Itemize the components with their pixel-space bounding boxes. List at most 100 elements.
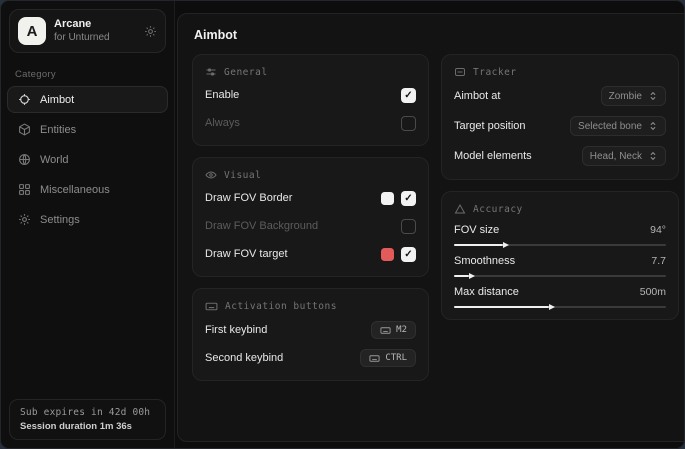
always-checkbox[interactable] xyxy=(401,116,416,131)
category-label: Category xyxy=(15,69,174,80)
sidebar: A Arcane for Unturned Category Aimbot xyxy=(1,1,175,448)
fov-size-label: FOV size xyxy=(454,224,499,236)
brand-card: A Arcane for Unturned xyxy=(9,9,166,53)
enable-checkbox[interactable]: ✓ xyxy=(401,88,416,103)
accuracy-card-title: Accuracy xyxy=(473,204,523,215)
target-position-row: Target position Selected bone xyxy=(454,114,666,138)
sidebar-item-entities[interactable]: Entities xyxy=(7,116,168,143)
keyboard-icon xyxy=(369,353,380,364)
fov-target-color-swatch[interactable] xyxy=(381,248,394,261)
second-keybind-button[interactable]: CTRL xyxy=(360,349,416,367)
activation-card: Activation buttons First keybind M2 xyxy=(192,288,429,381)
smoothness-label: Smoothness xyxy=(454,255,515,267)
subscription-footer: Sub expires in 42d 00h Session duration … xyxy=(9,399,166,440)
aimbot-at-select[interactable]: Zombie xyxy=(601,86,666,106)
settings-gear-icon[interactable] xyxy=(144,25,157,38)
max-distance-slider[interactable] xyxy=(454,306,666,308)
fov-size-value: 94° xyxy=(650,224,666,236)
first-keybind-button[interactable]: M2 xyxy=(371,321,416,339)
gear-icon xyxy=(18,213,31,226)
sidebar-item-label: World xyxy=(40,154,69,166)
accuracy-card: Accuracy FOV size 94° xyxy=(441,191,679,320)
draw-fov-target-checkbox[interactable]: ✓ xyxy=(401,247,416,262)
session-duration-text: Session duration 1m 36s xyxy=(20,421,155,432)
chevrons-up-down-icon xyxy=(648,91,658,101)
fov-border-color-swatch[interactable] xyxy=(381,192,394,205)
visual-card-header: Visual xyxy=(205,169,416,181)
app-logo: A xyxy=(18,17,46,45)
cube-icon xyxy=(18,123,31,136)
sidebar-item-label: Miscellaneous xyxy=(40,184,110,196)
target-position-value: Selected bone xyxy=(578,121,642,132)
slider-thumb[interactable] xyxy=(503,242,509,248)
slider-thumb[interactable] xyxy=(549,304,555,310)
left-column: General Enable ✓ Always xyxy=(192,54,429,381)
smoothness-slider[interactable] xyxy=(454,275,666,277)
model-elements-select[interactable]: Head, Neck xyxy=(582,146,666,166)
sidebar-item-label: Aimbot xyxy=(40,94,74,106)
draw-fov-background-checkbox[interactable] xyxy=(401,219,416,234)
accuracy-card-header: Accuracy xyxy=(454,203,666,215)
aimbot-at-row: Aimbot at Zombie xyxy=(454,84,666,108)
activation-card-title: Activation buttons xyxy=(225,301,337,312)
sidebar-nav: Aimbot Entities World xyxy=(1,86,174,233)
slider-thumb[interactable] xyxy=(469,273,475,279)
target-position-select[interactable]: Selected bone xyxy=(570,116,666,136)
brand-text: Arcane for Unturned xyxy=(54,18,136,43)
sidebar-item-aimbot[interactable]: Aimbot xyxy=(7,86,168,113)
aimbot-at-label: Aimbot at xyxy=(454,90,500,102)
screen: A Arcane for Unturned Category Aimbot xyxy=(0,0,685,449)
draw-fov-target-label: Draw FOV target xyxy=(205,248,288,260)
draw-fov-border-row: Draw FOV Border ✓ xyxy=(205,187,416,209)
second-keybind-label: Second keybind xyxy=(205,352,283,364)
right-column: Tracker Aimbot at Zombie xyxy=(441,54,679,320)
fov-size-row: FOV size 94° xyxy=(454,224,666,246)
model-elements-label: Model elements xyxy=(454,150,532,162)
triangle-icon xyxy=(454,203,466,215)
first-keybind-label: First keybind xyxy=(205,324,267,336)
draw-fov-target-controls: ✓ xyxy=(381,247,416,262)
general-card-header: General xyxy=(205,66,416,78)
sidebar-item-label: Settings xyxy=(40,214,80,226)
eye-icon xyxy=(205,169,217,181)
main-area: Aimbot General xyxy=(175,1,685,448)
scan-icon xyxy=(454,66,466,78)
tracker-card: Tracker Aimbot at Zombie xyxy=(441,54,679,180)
app-subtitle: for Unturned xyxy=(54,32,136,44)
draw-fov-target-row: Draw FOV target ✓ xyxy=(205,243,416,265)
draw-fov-background-row: Draw FOV Background xyxy=(205,215,416,237)
sidebar-item-label: Entities xyxy=(40,124,76,136)
target-position-label: Target position xyxy=(454,120,526,132)
draw-fov-border-controls: ✓ xyxy=(381,191,416,206)
sidebar-item-settings[interactable]: Settings xyxy=(7,206,168,233)
sidebar-item-miscellaneous[interactable]: Miscellaneous xyxy=(7,176,168,203)
visual-card-title: Visual xyxy=(224,170,261,181)
crosshair-icon xyxy=(18,93,31,106)
app-name: Arcane xyxy=(54,18,136,31)
draw-fov-border-checkbox[interactable]: ✓ xyxy=(401,191,416,206)
tracker-card-title: Tracker xyxy=(473,67,517,78)
sub-expires-text: Sub expires in 42d 00h xyxy=(20,407,155,418)
panel-columns: General Enable ✓ Always xyxy=(192,54,679,381)
model-elements-value: Head, Neck xyxy=(590,151,642,162)
first-keybind-row: First keybind M2 xyxy=(205,319,416,341)
enable-label: Enable xyxy=(205,89,239,101)
always-label: Always xyxy=(205,117,240,129)
globe-icon xyxy=(18,153,31,166)
sidebar-item-world[interactable]: World xyxy=(7,146,168,173)
keyboard-icon xyxy=(205,300,218,313)
fov-size-slider[interactable] xyxy=(454,244,666,246)
max-distance-label: Max distance xyxy=(454,286,519,298)
aimbot-at-value: Zombie xyxy=(609,91,642,102)
general-card-title: General xyxy=(224,67,268,78)
model-elements-row: Model elements Head, Neck xyxy=(454,144,666,168)
smoothness-row: Smoothness 7.7 xyxy=(454,255,666,277)
smoothness-value: 7.7 xyxy=(651,255,666,267)
second-keybind-row: Second keybind CTRL xyxy=(205,347,416,369)
draw-fov-border-label: Draw FOV Border xyxy=(205,192,292,204)
chevrons-up-down-icon xyxy=(648,121,658,131)
max-distance-row: Max distance 500m xyxy=(454,286,666,308)
tracker-card-header: Tracker xyxy=(454,66,666,78)
sliders-icon xyxy=(205,66,217,78)
visual-card: Visual Draw FOV Border ✓ Draw FOV Bac xyxy=(192,157,429,277)
